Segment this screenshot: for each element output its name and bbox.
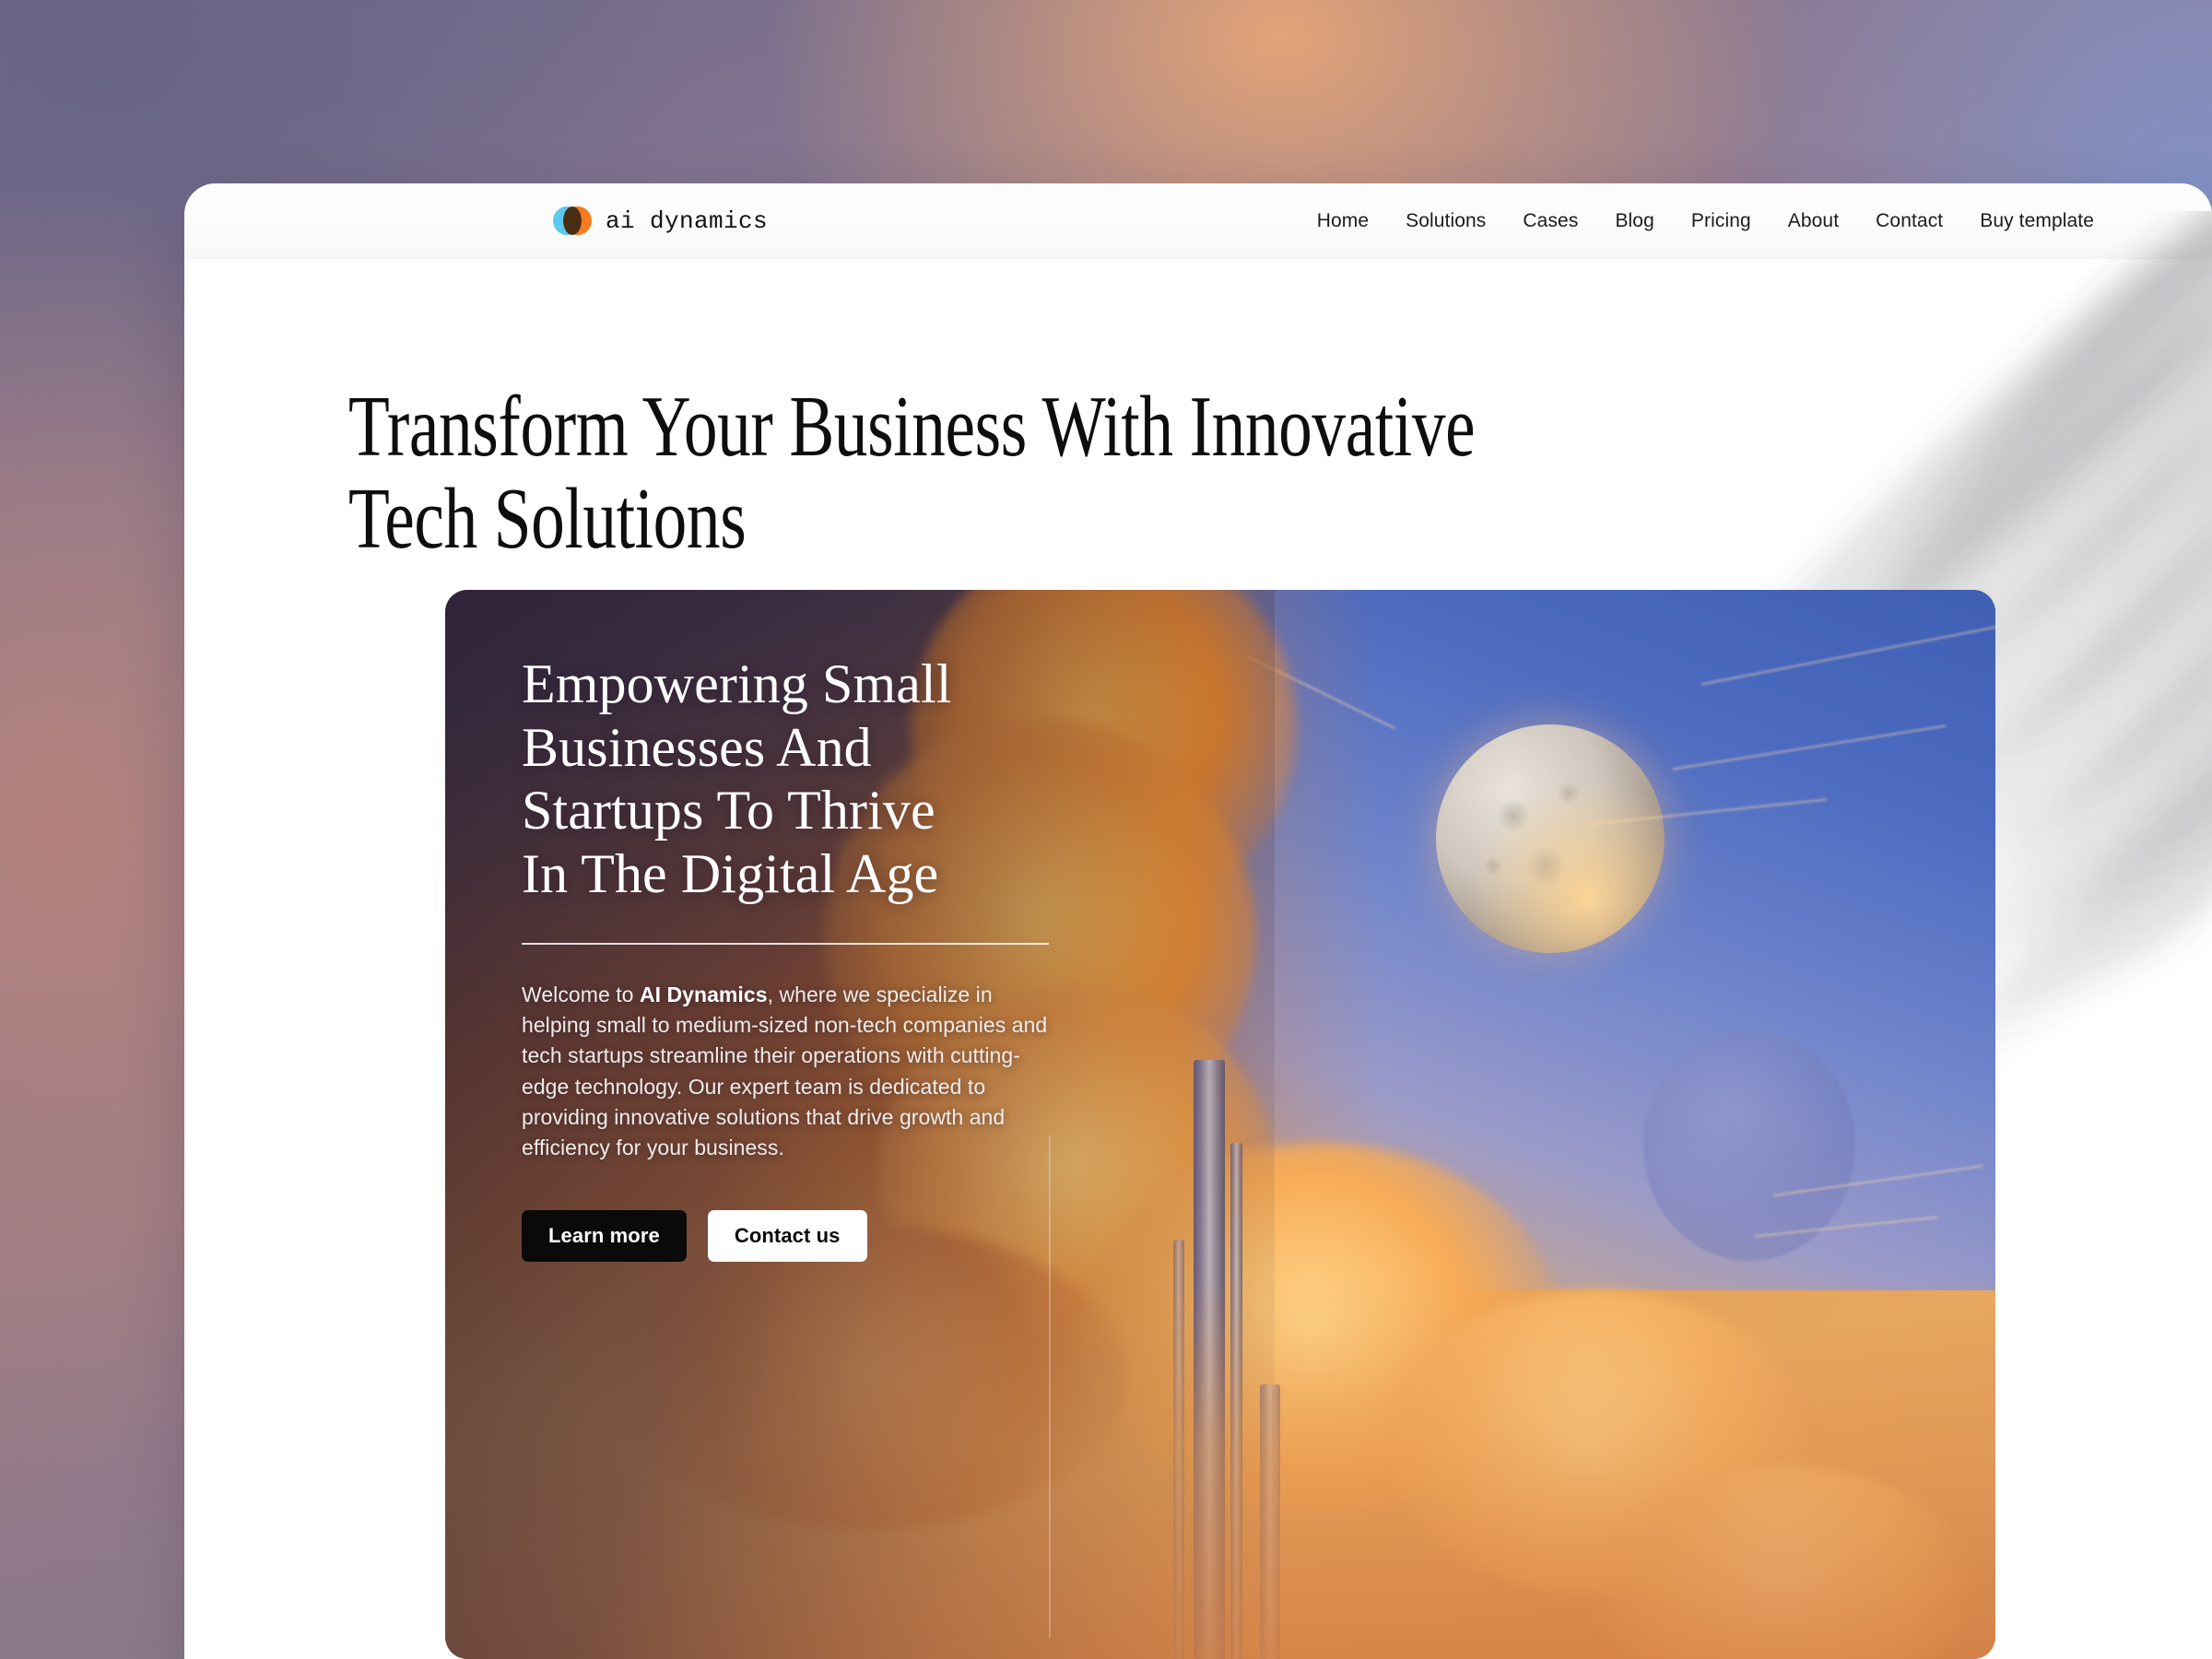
second-planet-illustration bbox=[1643, 1030, 1855, 1261]
hero-paragraph: Welcome to AI Dynamics, where we special… bbox=[522, 980, 1054, 1164]
website-card: ai dynamics Home Solutions Cases Blog Pr… bbox=[184, 183, 2212, 1659]
hero-paragraph-brand: AI Dynamics bbox=[639, 982, 768, 1006]
nav-item-blog[interactable]: Blog bbox=[1596, 205, 1672, 238]
venn-logo-icon bbox=[553, 206, 592, 235]
site-header: ai dynamics Home Solutions Cases Blog Pr… bbox=[184, 183, 2212, 259]
learn-more-button[interactable]: Learn more bbox=[522, 1209, 687, 1262]
nav-item-buy-template[interactable]: Buy template bbox=[1961, 205, 2112, 238]
page-background: ai dynamics Home Solutions Cases Blog Pr… bbox=[0, 0, 2212, 1659]
hero-heading: Empowering Small Businesses And Startups… bbox=[522, 653, 952, 905]
brand-logo[interactable]: ai dynamics bbox=[553, 206, 768, 235]
moon-illustration bbox=[1436, 724, 1665, 953]
hero-button-group: Learn more Contact us bbox=[522, 1209, 1121, 1262]
nav-item-contact[interactable]: Contact bbox=[1857, 205, 1961, 238]
nav-item-pricing[interactable]: Pricing bbox=[1673, 205, 1770, 238]
hero-copy-block: Empowering Small Businesses And Startups… bbox=[522, 653, 1121, 1262]
hero-horizontal-divider bbox=[522, 942, 1049, 945]
brand-name: ai dynamics bbox=[606, 206, 769, 235]
hero-paragraph-lead: Welcome to bbox=[522, 982, 640, 1006]
nav-item-home[interactable]: Home bbox=[1299, 205, 1387, 238]
main-navigation: Home Solutions Cases Blog Pricing About … bbox=[1299, 205, 2112, 238]
hero-paragraph-rest: , where we specialize in helping small t… bbox=[522, 982, 1048, 1160]
nav-item-solutions[interactable]: Solutions bbox=[1387, 205, 1504, 238]
nav-item-cases[interactable]: Cases bbox=[1504, 205, 1596, 238]
logo-overlap-icon bbox=[563, 206, 582, 235]
nav-item-about[interactable]: About bbox=[1770, 205, 1857, 238]
page-title: Transform Your Business With Innovative … bbox=[348, 379, 1476, 567]
hero-image-card: Empowering Small Businesses And Startups… bbox=[445, 590, 1995, 1659]
contact-us-button[interactable]: Contact us bbox=[707, 1209, 867, 1262]
